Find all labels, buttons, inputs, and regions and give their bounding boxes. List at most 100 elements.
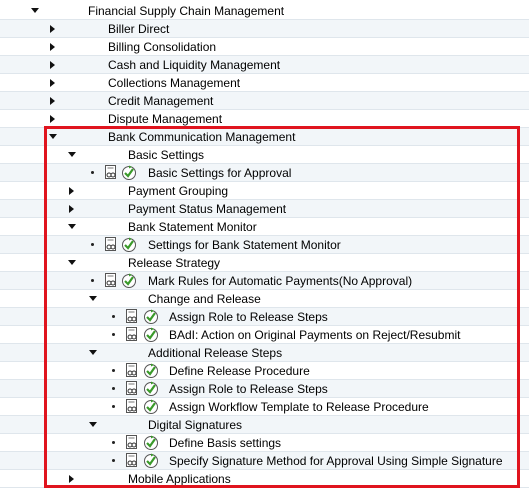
expanded-triangle-icon[interactable] [48,132,58,142]
tree-node-label: Change and Release [148,292,261,306]
tree-row-bank-communication[interactable]: Bank Communication Management [0,128,529,146]
documentation-icon[interactable] [104,273,118,288]
expanded-triangle-icon[interactable] [88,348,98,358]
tree-row-fscm[interactable]: Financial Supply Chain Management [0,2,529,20]
bullet-icon [91,171,94,174]
documentation-icon[interactable] [104,165,118,180]
bullet-icon [91,243,94,246]
bullet-icon [112,459,115,462]
expanded-triangle-icon[interactable] [67,258,77,268]
tree-row-mobile-applications[interactable]: Mobile Applications [0,470,529,488]
collapsed-triangle-icon[interactable] [67,474,77,484]
documentation-icon[interactable] [125,399,139,414]
tree-node-label: Digital Signatures [148,418,243,432]
documentation-icon[interactable] [104,237,118,252]
bullet-icon [112,405,115,408]
tree-row-collections[interactable]: Collections Management [0,74,529,92]
tree-node-label: Define Release Procedure [169,364,310,378]
tree-row-release-strategy[interactable]: Release Strategy [0,254,529,272]
collapsed-triangle-icon[interactable] [48,42,58,52]
tree-node-label: Assign Workflow Template to Release Proc… [169,400,429,414]
execute-clock-icon[interactable] [143,363,159,379]
tree-node-label: BAdI: Action on Original Payments on Rej… [169,328,461,342]
bullet-icon [91,279,94,282]
tree-node-label: Assign Role to Release Steps [169,310,328,324]
documentation-icon[interactable] [125,309,139,324]
expanded-triangle-icon[interactable] [67,222,77,232]
tree-node-label: Dispute Management [108,112,223,126]
collapsed-triangle-icon[interactable] [67,186,77,196]
execute-clock-icon[interactable] [121,237,137,253]
tree-node-label: Bank Communication Management [108,130,296,144]
tree-node-label: Define Basis settings [169,436,282,450]
expanded-triangle-icon[interactable] [88,420,98,430]
documentation-icon[interactable] [125,363,139,378]
collapsed-triangle-icon[interactable] [48,114,58,124]
tree-row-basic-settings-approval[interactable]: Basic Settings for Approval [0,164,529,182]
bullet-icon [112,315,115,318]
tree-node-label: Credit Management [108,94,214,108]
tree-node-label: Assign Role to Release Steps [169,382,328,396]
tree-row-assign-workflow[interactable]: Assign Workflow Template to Release Proc… [0,398,529,416]
expanded-triangle-icon[interactable] [67,150,77,160]
execute-clock-icon[interactable] [121,273,137,289]
documentation-icon[interactable] [125,435,139,450]
tree-node-label: Basic Settings [128,148,205,162]
tree-node-label: Additional Release Steps [148,346,283,360]
tree-row-settings-bsm[interactable]: Settings for Bank Statement Monitor [0,236,529,254]
collapsed-triangle-icon[interactable] [48,60,58,70]
execute-clock-icon[interactable] [121,165,137,181]
collapsed-triangle-icon[interactable] [48,96,58,106]
bullet-icon [112,441,115,444]
execute-clock-icon[interactable] [143,435,159,451]
img-tree: Financial Supply Chain Management Biller… [0,0,529,494]
expanded-triangle-icon[interactable] [30,6,40,16]
tree-row-billing-consolidation[interactable]: Billing Consolidation [0,38,529,56]
tree-row-specify-signature[interactable]: Specify Signature Method for Approval Us… [0,452,529,470]
tree-row-cash-liquidity[interactable]: Cash and Liquidity Management [0,56,529,74]
execute-clock-icon[interactable] [143,399,159,415]
tree-node-label: Billing Consolidation [108,40,217,54]
tree-node-label: Collections Management [108,76,241,90]
tree-node-label: Release Strategy [128,256,221,270]
collapsed-triangle-icon[interactable] [48,78,58,88]
documentation-icon[interactable] [125,381,139,396]
tree-node-label: Bank Statement Monitor [128,220,257,234]
tree-row-assign-role-2[interactable]: Assign Role to Release Steps [0,380,529,398]
bullet-icon [112,387,115,390]
documentation-icon[interactable] [125,327,139,342]
tree-row-change-release[interactable]: Change and Release [0,290,529,308]
tree-row-basic-settings[interactable]: Basic Settings [0,146,529,164]
tree-node-label: Cash and Liquidity Management [108,58,281,72]
execute-clock-icon[interactable] [143,309,159,325]
tree-row-digital-signatures[interactable]: Digital Signatures [0,416,529,434]
tree-row-bank-statement-monitor[interactable]: Bank Statement Monitor [0,218,529,236]
tree-node-label: Financial Supply Chain Management [88,4,285,18]
tree-node-label: Basic Settings for Approval [148,166,292,180]
collapsed-triangle-icon[interactable] [48,24,58,34]
tree-node-label: Specify Signature Method for Approval Us… [169,454,503,468]
tree-row-payment-grouping[interactable]: Payment Grouping [0,182,529,200]
tree-row-credit-management[interactable]: Credit Management [0,92,529,110]
bullet-icon [112,333,115,336]
execute-clock-icon[interactable] [143,327,159,343]
tree-row-additional-release-steps[interactable]: Additional Release Steps [0,344,529,362]
tree-node-label: Payment Grouping [128,184,229,198]
expanded-triangle-icon[interactable] [88,294,98,304]
documentation-icon[interactable] [125,453,139,468]
execute-clock-icon[interactable] [143,453,159,469]
tree-row-dispute-management[interactable]: Dispute Management [0,110,529,128]
tree-row-define-release-procedure[interactable]: Define Release Procedure [0,362,529,380]
execute-clock-icon[interactable] [143,381,159,397]
tree-row-define-basis-settings[interactable]: Define Basis settings [0,434,529,452]
tree-node-label: Payment Status Management [128,202,287,216]
tree-row-payment-status[interactable]: Payment Status Management [0,200,529,218]
tree-row-assign-role-1[interactable]: Assign Role to Release Steps [0,308,529,326]
tree-row-biller-direct[interactable]: Biller Direct [0,20,529,38]
collapsed-triangle-icon[interactable] [67,204,77,214]
tree-node-label: Mark Rules for Automatic Payments(No App… [148,274,413,288]
bullet-icon [112,369,115,372]
tree-row-badi-action[interactable]: BAdI: Action on Original Payments on Rej… [0,326,529,344]
tree-node-label: Biller Direct [108,22,170,36]
tree-row-mark-rules[interactable]: Mark Rules for Automatic Payments(No App… [0,272,529,290]
